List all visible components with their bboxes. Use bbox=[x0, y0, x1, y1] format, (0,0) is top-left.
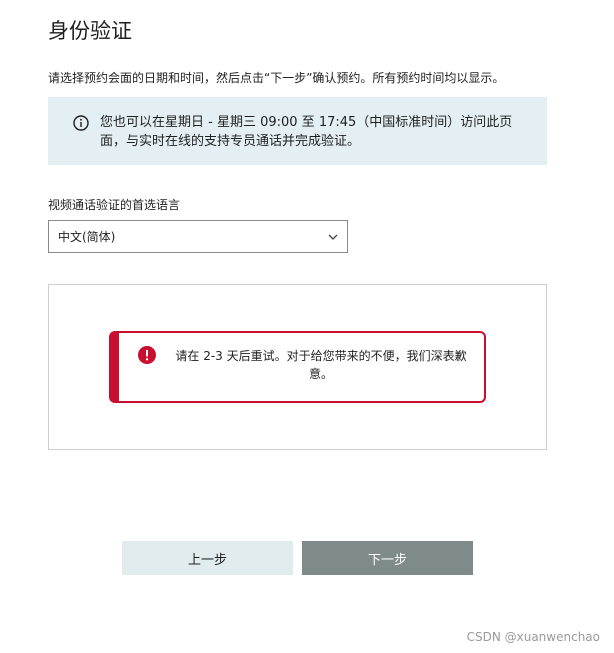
chevron-down-icon bbox=[328, 234, 338, 240]
next-button[interactable]: 下一步 bbox=[302, 541, 473, 575]
exclamation-circle-icon bbox=[138, 346, 156, 364]
info-banner-text: 您也可以在星期日 - 星期三 09:00 至 17:45（中国标准时间）访问此页… bbox=[100, 115, 513, 149]
error-alert: 请在 2-3 天后重试。对于给您带来的不便，我们深表歉意。 bbox=[109, 331, 486, 403]
instruction-text: 请选择预约会面的日期和时间，然后点击“下一步”确认预约。所有预约时间均以显示。 bbox=[48, 71, 505, 85]
language-label: 视频通话验证的首选语言 bbox=[48, 198, 181, 212]
info-circle-icon bbox=[73, 115, 89, 131]
language-select[interactable]: 中文(简体) bbox=[48, 220, 348, 253]
info-banner: 您也可以在星期日 - 星期三 09:00 至 17:45（中国标准时间）访问此页… bbox=[48, 97, 547, 165]
language-select-value: 中文(简体) bbox=[58, 230, 116, 244]
watermark: CSDN @xuanwenchao bbox=[466, 630, 600, 644]
page-title: 身份验证 bbox=[48, 19, 132, 43]
error-message: 请在 2-3 天后重试。对于给您带来的不便，我们深表歉意。 bbox=[175, 349, 467, 381]
previous-button[interactable]: 上一步 bbox=[122, 541, 293, 575]
